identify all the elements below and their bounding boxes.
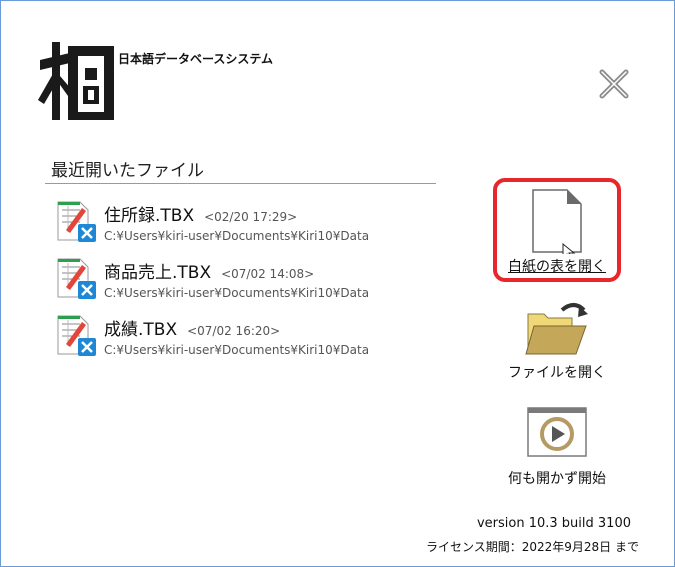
blank-page-icon: [532, 189, 582, 254]
open-file-button[interactable]: ファイルを開く: [500, 300, 614, 386]
file-timestamp: <07/02 16:20>: [187, 324, 281, 338]
tbx-file-icon: [54, 314, 98, 362]
start-empty-button[interactable]: 何も開かず開始: [500, 406, 614, 492]
file-path: C:¥Users¥kiri-user¥Documents¥Kiri10¥Data: [104, 343, 370, 357]
tbx-file-icon: [54, 200, 98, 248]
file-name: 成績.TBX: [104, 320, 178, 340]
file-timestamp: <02/20 17:29>: [204, 210, 298, 224]
file-name: 商品売上.TBX: [104, 263, 212, 283]
tbx-file-icon: [54, 257, 98, 305]
open-file-label: ファイルを開く: [508, 365, 606, 381]
file-timestamp: <07/02 14:08>: [221, 267, 315, 281]
recent-file-item[interactable]: 成績.TBX <07/02 16:20> C:¥Users¥kiri-user¥D…: [54, 314, 394, 362]
open-folder-icon: [525, 303, 588, 355]
file-path: C:¥Users¥kiri-user¥Documents¥Kiri10¥Data: [104, 229, 370, 243]
file-path: C:¥Users¥kiri-user¥Documents¥Kiri10¥Data: [104, 286, 370, 300]
new-blank-label: 白紙の表を開く: [508, 259, 606, 275]
kiri-logo-icon: [38, 38, 116, 122]
close-icon: [599, 69, 629, 99]
new-blank-button[interactable]: 白紙の表を開く: [500, 188, 614, 276]
recent-files-divider: [45, 183, 436, 184]
version-text: version 10.3 build 3100: [476, 516, 631, 531]
app-name: 日本語データベースシステム: [118, 52, 274, 66]
recent-file-item[interactable]: 住所録.TBX <02/20 17:29> C:¥Users¥kiri-user¥…: [54, 200, 394, 248]
close-button[interactable]: [596, 66, 632, 102]
play-icon: [527, 407, 587, 457]
start-empty-label: 何も開かず開始: [508, 471, 606, 487]
recent-files-title: 最近開いたファイル: [51, 161, 204, 181]
file-name: 住所録.TBX: [104, 206, 195, 226]
recent-file-item[interactable]: 商品売上.TBX <07/02 14:08> C:¥Users¥kiri-user…: [54, 257, 394, 305]
license-text: ライセンス期間：2022年9月28日 まで: [425, 540, 639, 554]
